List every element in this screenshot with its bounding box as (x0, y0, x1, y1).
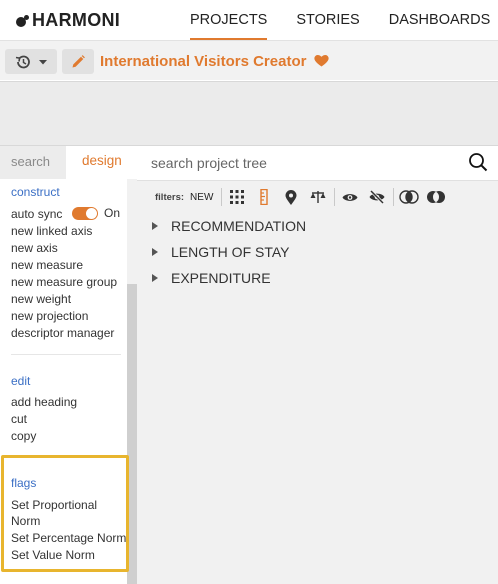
grey-band (0, 81, 498, 146)
union-filter-button[interactable] (425, 186, 447, 208)
filter-toolbar: filters: NEW (137, 182, 498, 212)
eye-icon (342, 193, 358, 201)
divider (11, 354, 121, 355)
tree-node[interactable]: EXPENDITURE (152, 270, 271, 286)
project-title: International Visitors Creator (100, 53, 329, 70)
sidebar-tabs: search design (0, 146, 137, 179)
history-icon (15, 55, 30, 68)
grid-filter-button[interactable] (226, 186, 248, 208)
location-filter-button[interactable] (280, 186, 302, 208)
show-hidden-button[interactable] (339, 186, 361, 208)
flags-highlight-box (1, 455, 129, 572)
caret-right-icon[interactable] (152, 222, 158, 230)
auto-sync-state: On (104, 206, 121, 220)
tab-search[interactable]: search (0, 146, 66, 179)
search-input[interactable] (151, 153, 451, 173)
new-measure-group-item[interactable]: new measure group (11, 275, 117, 289)
copy-item[interactable]: copy (11, 429, 36, 443)
auto-sync-toggle[interactable] (72, 207, 98, 220)
edit-heading: edit (11, 374, 31, 388)
nav-projects[interactable]: PROJECTS (190, 0, 268, 40)
history-dropdown-button[interactable] (5, 49, 57, 74)
pencil-icon (72, 54, 85, 67)
filters-label: filters: (155, 191, 185, 203)
weight-filter-button[interactable] (307, 186, 329, 208)
ruler-icon (260, 189, 269, 205)
main-nav: PROJECTS STORIES DASHBOARDS (190, 0, 498, 40)
project-title-text: International Visitors Creator (100, 53, 307, 70)
eye-slash-icon (369, 190, 385, 204)
search-icon[interactable] (468, 152, 488, 172)
project-toolbar: International Visitors Creator (0, 40, 498, 80)
project-tree-panel: filters: NEW (137, 146, 498, 584)
logo-icon (16, 14, 29, 27)
tree-node[interactable]: RECOMMENDATION (152, 218, 306, 234)
grid-icon (230, 190, 245, 204)
new-projection-item[interactable]: new projection (11, 309, 88, 323)
construct-heading: construct (11, 185, 60, 199)
new-axis-item[interactable]: new axis (11, 241, 58, 255)
filter-new-button[interactable]: NEW (190, 192, 213, 203)
caret-right-icon[interactable] (152, 274, 158, 282)
divider (334, 188, 336, 206)
top-nav: HARMONI PROJECTS STORIES DASHBOARDS (0, 0, 498, 40)
harmoni-logo[interactable]: HARMONI (16, 10, 120, 31)
caret-right-icon[interactable] (152, 248, 158, 256)
scale-icon (310, 191, 326, 203)
tree-node-label: RECOMMENDATION (171, 218, 307, 234)
auto-sync-label: auto sync (11, 207, 63, 221)
measure-filter-button[interactable] (253, 186, 275, 208)
tab-design[interactable]: design (66, 146, 137, 179)
new-weight-item[interactable]: new weight (11, 292, 71, 306)
venn-icon (399, 190, 420, 204)
add-heading-item[interactable]: add heading (11, 395, 77, 409)
hide-button[interactable] (366, 186, 388, 208)
tree-node-label: LENGTH OF STAY (171, 244, 290, 260)
tree-node-label: EXPENDITURE (171, 270, 271, 286)
edit-title-button[interactable] (62, 49, 94, 74)
logo-text: HARMONI (32, 10, 121, 30)
intersect-filter-button[interactable] (398, 186, 420, 208)
descriptor-manager-item[interactable]: descriptor manager (11, 326, 114, 340)
venn-union-icon (427, 191, 446, 203)
nav-dashboards[interactable]: DASHBOARDS (389, 0, 491, 40)
tree-search-bar (137, 146, 498, 181)
divider (221, 188, 223, 206)
map-pin-icon (285, 189, 297, 205)
new-measure-item[interactable]: new measure (11, 258, 83, 272)
nav-stories[interactable]: STORIES (296, 0, 359, 40)
new-linked-axis-item[interactable]: new linked axis (11, 224, 92, 238)
cut-item[interactable]: cut (11, 412, 27, 426)
chevron-down-icon (39, 59, 47, 64)
tree-node[interactable]: LENGTH OF STAY (152, 244, 290, 260)
heart-icon[interactable] (314, 54, 329, 67)
divider (393, 188, 395, 206)
